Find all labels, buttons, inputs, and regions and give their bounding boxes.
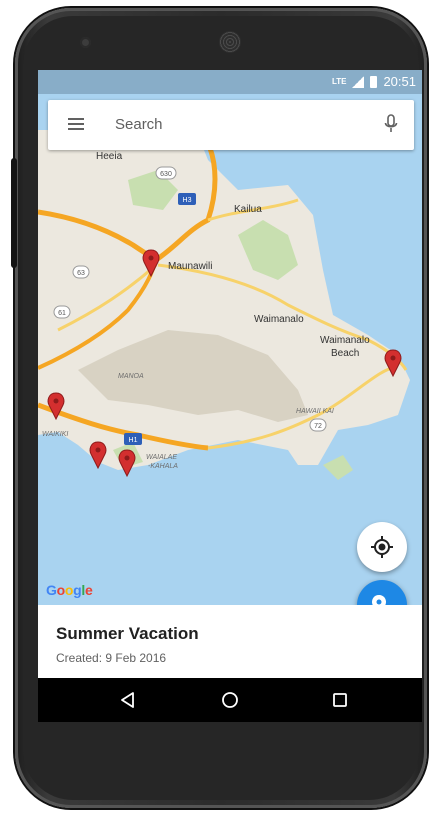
trip-card[interactable]: Summer Vacation Created: 9 Feb 2016 [38,605,422,678]
route-shield-h3: H3 [178,193,196,205]
status-bar: LTE 20:51 [38,70,422,94]
place-label-kailua: Kailua [234,204,262,215]
route-shield-630: 630 [155,166,177,180]
place-label-maunawili: Maunawili [168,261,212,272]
route-shield-h1: H1 [124,433,142,445]
place-label-waimanalo-beach-1: Waimanalo [320,335,370,346]
route-shield-61: 61 [53,305,71,319]
front-camera [80,37,91,48]
trip-title: Summer Vacation [56,624,199,643]
recents-icon[interactable] [328,688,352,712]
side-button [11,158,17,268]
search-bar[interactable]: Search [48,100,414,150]
place-label-waimanalo: Waimanalo [254,314,304,325]
place-label-waikiki: WAIKIKI [42,431,68,438]
google-logo: Google [46,582,93,598]
svg-text:63: 63 [77,270,85,277]
route-shield-72: 72 [309,418,327,432]
svg-text:H1: H1 [129,437,138,444]
my-location-button[interactable] [357,522,407,572]
search-input[interactable]: Search [115,116,163,133]
my-location-icon [371,536,393,558]
place-label-waimanalo-beach-2: Beach [331,348,359,359]
svg-text:72: 72 [314,423,322,430]
status-time: 20:51 [383,74,416,89]
place-label-waialae-2: -KAHALA [148,463,178,470]
svg-text:61: 61 [58,310,66,317]
signal-icon [352,75,365,88]
network-type: LTE [331,77,347,86]
earpiece-speaker [219,31,241,53]
place-label-waialae-1: WAIALAE [146,454,177,461]
home-icon[interactable] [218,688,242,712]
status-icons: LTE 20:51 [332,74,416,89]
battery-icon [370,75,378,88]
svg-text:630: 630 [160,171,172,178]
route-shield-63: 63 [72,265,90,279]
svg-text:H3: H3 [183,197,192,204]
place-label-manoa: MANOA [118,373,144,380]
back-icon[interactable] [116,688,140,712]
microphone-icon[interactable] [384,113,398,137]
menu-icon[interactable] [68,118,84,130]
navigation-bar [38,678,422,722]
screen: 630 H3 63 61 H1 72 Heeia Kailua Maunawil… [38,70,422,722]
place-label-heeia: Heeia [96,151,123,162]
place-label-hawaii-kai: HAWAII KAI [296,408,334,415]
trip-created-date: Created: 9 Feb 2016 [56,651,167,665]
